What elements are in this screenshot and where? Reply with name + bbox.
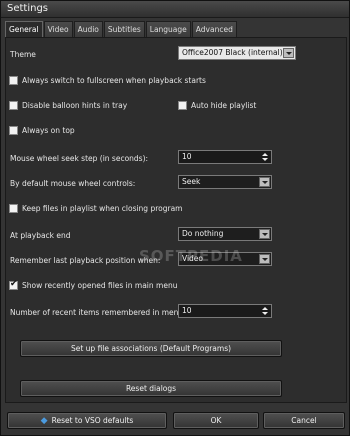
recent-count-label: Number of recent items remembered in men… <box>10 308 184 317</box>
tab-audio[interactable]: Audio <box>73 21 103 38</box>
file-associations-button[interactable]: Set up file associations (Default Progra… <box>20 340 282 357</box>
remember-position-label: Remember last playback position when: <box>10 256 161 265</box>
always-fullscreen-label: Always switch to fullscreen when playbac… <box>22 76 206 85</box>
chevron-down-icon[interactable] <box>259 229 270 239</box>
wheel-seek-step-value: 10 <box>182 152 192 161</box>
theme-select[interactable]: Office2007 Black (internal) <box>178 46 296 60</box>
disable-balloon-checkbox[interactable] <box>9 101 18 110</box>
ok-button[interactable]: OK <box>173 412 259 429</box>
show-recent-checkbox[interactable] <box>9 279 18 290</box>
settings-window: Settings General Video Audio Subtitles L… <box>0 0 350 436</box>
reset-defaults-label: Reset to VSO defaults <box>51 416 134 425</box>
wheel-seek-step-stepper[interactable]: 10 <box>178 150 272 164</box>
recent-count-value: 10 <box>182 306 192 315</box>
theme-value: Office2007 Black (internal) <box>182 48 283 57</box>
show-recent-label: Show recently opened files in main menu <box>22 281 178 290</box>
spin-down-icon[interactable] <box>262 158 268 161</box>
always-fullscreen-checkbox[interactable] <box>9 76 18 85</box>
spin-down-icon[interactable] <box>262 312 268 315</box>
title-bar[interactable]: Settings <box>1 1 349 18</box>
spin-up-icon[interactable] <box>262 307 268 310</box>
vso-logo-icon: ◆ <box>40 416 48 426</box>
wheel-controls-label: By default mouse wheel controls: <box>10 179 136 188</box>
tab-advanced[interactable]: Advanced <box>191 21 237 38</box>
spin-up-icon[interactable] <box>262 153 268 156</box>
theme-label: Theme <box>10 50 36 59</box>
keep-playlist-checkbox[interactable] <box>9 204 18 213</box>
playback-end-value: Do nothing <box>182 229 224 238</box>
watermark: SOFTPEDIA <box>139 247 243 265</box>
always-on-top-checkbox[interactable] <box>9 126 18 135</box>
playback-end-select[interactable]: Do nothing <box>178 227 272 241</box>
window-title: Settings <box>7 3 49 14</box>
chevron-down-icon[interactable] <box>283 48 294 58</box>
tab-strip: General Video Audio Subtitles Language A… <box>5 21 238 38</box>
auto-hide-playlist-label: Auto hide playlist <box>191 101 257 110</box>
tab-general[interactable]: General <box>5 21 43 38</box>
reset-defaults-button[interactable]: ◆ Reset to VSO defaults <box>7 412 167 429</box>
playback-end-label: At playback end <box>10 231 71 240</box>
tab-language[interactable]: Language <box>145 21 191 38</box>
chevron-down-icon[interactable] <box>259 177 270 187</box>
wheel-controls-value: Seek <box>182 177 201 186</box>
tab-video[interactable]: Video <box>43 21 73 38</box>
auto-hide-playlist-checkbox[interactable] <box>178 101 187 110</box>
cancel-button[interactable]: Cancel <box>263 412 345 429</box>
chevron-down-icon[interactable] <box>259 254 270 264</box>
general-panel: Theme Office2007 Black (internal) Always… <box>5 37 347 403</box>
wheel-seek-step-label: Mouse wheel seek step (in seconds): <box>10 154 149 163</box>
tab-subtitles[interactable]: Subtitles <box>103 21 145 38</box>
wheel-controls-select[interactable]: Seek <box>178 175 272 189</box>
always-on-top-label: Always on top <box>22 126 75 135</box>
disable-balloon-label: Disable balloon hints in tray <box>22 101 128 110</box>
reset-dialogs-button[interactable]: Reset dialogs <box>20 380 282 397</box>
keep-playlist-label: Keep files in playlist when closing prog… <box>22 204 183 213</box>
recent-count-stepper[interactable]: 10 <box>178 304 272 318</box>
